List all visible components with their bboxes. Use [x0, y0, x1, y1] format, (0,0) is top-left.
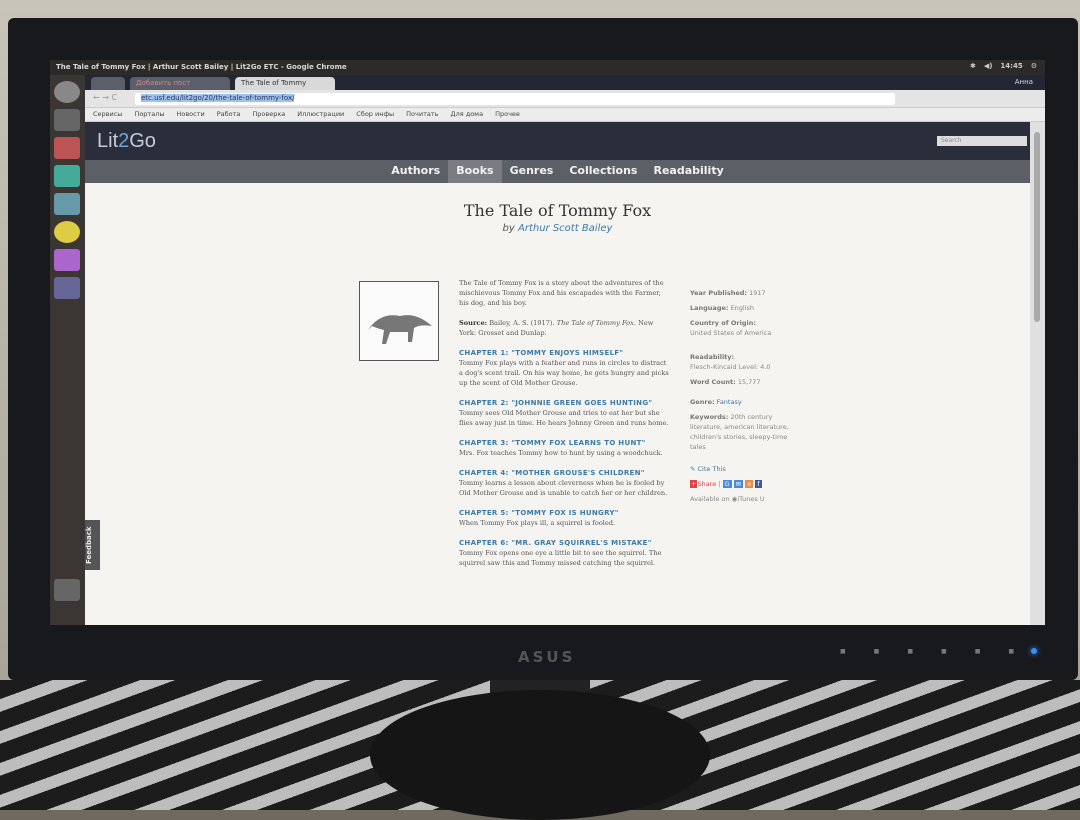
chapter-item: CHAPTER 4: "MOTHER GROUSE'S CHILDREN" Tom… [459, 469, 668, 497]
trash-icon[interactable] [54, 579, 80, 601]
chapter-link[interactable]: CHAPTER 1: "TOMMY ENJOYS HIMSELF" [459, 349, 623, 357]
window-title-text: The Tale of Tommy Fox | Arthur Scott Bai… [56, 63, 347, 71]
power-icon[interactable]: ⚙ [1031, 62, 1037, 70]
ok-share-icon: o [745, 480, 754, 488]
nav-collections[interactable]: Collections [561, 160, 645, 183]
settings-icon[interactable]: ✱ [970, 62, 976, 70]
volume-icon[interactable]: ◀) [984, 62, 993, 70]
chapter-item: CHAPTER 5: "TOMMY FOX IS HUNGRY" When Tom… [459, 509, 619, 527]
tab-tommy-fox[interactable]: The Tale of Tommy [235, 77, 335, 90]
book-main: The Tale of Tommy Fox is a story about t… [459, 278, 671, 578]
chapter-item: CHAPTER 2: "JOHNNIE GREEN GOES HUNTING" T… [459, 399, 669, 427]
cite-this-link[interactable]: ✎ Cite This [690, 464, 790, 474]
chapter-item: CHAPTER 1: "TOMMY ENJOYS HIMSELF" Tommy F… [459, 349, 669, 387]
genre-link[interactable]: Fantasy [717, 398, 742, 406]
bookmark[interactable]: Проверка [252, 110, 285, 119]
monitor-brand: ASUS [518, 648, 576, 666]
url-text: etc.usf.edu/lit2go/20/the-tale-of-tommy-… [141, 94, 295, 102]
lit2go-logo[interactable]: Lit2Go [97, 130, 156, 153]
bookmarks-bar: Сервисы Порталы Новости Работа Проверка Иллюс… [85, 108, 1045, 122]
bookmark[interactable]: Прочее [495, 110, 520, 119]
chapter-link[interactable]: CHAPTER 3: "TOMMY FOX LEARNS TO HUNT" [459, 439, 646, 447]
calc-icon[interactable] [54, 193, 80, 215]
bookmark[interactable]: Порталы [134, 110, 164, 119]
chapter-link[interactable]: CHAPTER 6: "MR. GRAY SQUIRREL'S MISTAKE" [459, 539, 652, 547]
book-title: The Tale of Tommy Fox [463, 201, 652, 220]
facebook-share-icon: f [755, 480, 762, 488]
monitor-stand [370, 690, 710, 820]
app-icon[interactable] [54, 137, 80, 159]
bookmark[interactable]: Сбор инфы [356, 110, 394, 119]
nav-books[interactable]: Books [448, 160, 502, 183]
chrome-icon[interactable] [54, 221, 80, 243]
book-metadata: Year Published: 1917 Language: English C… [690, 289, 790, 504]
nav-authors[interactable]: Authors [383, 160, 448, 183]
google-share-icon: G [722, 480, 732, 488]
search-input[interactable]: Search [937, 136, 1027, 146]
bookmark[interactable]: Иллюстрации [297, 110, 344, 119]
system-tray[interactable]: ✱ ◀) 14:45 ⚙ [970, 62, 1037, 70]
address-bar: ← → C etc.usf.edu/lit2go/20/the-tale-of-… [85, 90, 1045, 108]
bookmark[interactable]: Работа [217, 110, 241, 119]
chapter-link[interactable]: CHAPTER 4: "MOTHER GROUSE'S CHILDREN" [459, 469, 645, 477]
bookmark[interactable]: Почитать [406, 110, 438, 119]
launcher [50, 75, 85, 625]
chapter-item: CHAPTER 3: "TOMMY FOX LEARNS TO HUNT" Mrs… [459, 439, 663, 457]
email-share-icon: ✉ [733, 480, 744, 488]
chapter-item: CHAPTER 6: "MR. GRAY SQUIRREL'S MISTAKE"… [459, 539, 662, 567]
monitor-buttons[interactable]: ■ ■ ■ ■ ■ ■ [840, 648, 1014, 655]
bookmark[interactable]: Сервисы [93, 110, 122, 119]
tab-add-post[interactable]: Добавить пост [130, 77, 230, 90]
user-name[interactable]: Анна [1015, 78, 1033, 86]
chapter-link[interactable]: CHAPTER 5: "TOMMY FOX IS HUNGRY" [459, 509, 619, 517]
ubuntu-icon[interactable] [54, 81, 80, 103]
scrollbar[interactable] [1030, 122, 1045, 625]
nav-genres[interactable]: Genres [502, 160, 562, 183]
site-header: Lit2Go Search [85, 122, 1045, 160]
author-link[interactable]: Arthur Scott Bailey [518, 223, 612, 234]
tab-strip: Добавить пост The Tale of Tommy [85, 75, 1045, 90]
window-title: The Tale of Tommy Fox | Arthur Scott Bai… [50, 60, 1045, 75]
tab-pinned[interactable] [91, 77, 125, 90]
bookmark[interactable]: Для дома [451, 110, 484, 119]
clock[interactable]: 14:45 [1000, 62, 1022, 70]
nav-arrows-icon[interactable]: ← → C [93, 93, 117, 102]
power-led [1031, 648, 1037, 654]
fox-illustration [359, 281, 439, 361]
share-bar[interactable]: +Share | G ✉ o f [690, 479, 790, 489]
chapter-link[interactable]: CHAPTER 2: "JOHNNIE GREEN GOES HUNTING" [459, 399, 652, 407]
feedback-button[interactable]: Feedback [85, 520, 100, 570]
book-source: Source: Bailey, A. S. (1917). The Tale o… [459, 319, 654, 337]
scrollbar-thumb[interactable] [1034, 132, 1040, 322]
screen: The Tale of Tommy Fox | Arthur Scott Bai… [50, 60, 1045, 625]
book-author: by Arthur Scott Bailey [502, 223, 613, 234]
app-icon[interactable] [54, 249, 80, 271]
book-description: The Tale of Tommy Fox is a story about t… [459, 279, 664, 307]
app-icon[interactable] [54, 277, 80, 299]
bookmark[interactable]: Новости [176, 110, 204, 119]
site-nav: Authors Books Genres Collections Readabi… [85, 160, 1030, 183]
page-content: The Tale of Tommy Fox by Arthur Scott Ba… [85, 183, 1030, 625]
url-input[interactable]: etc.usf.edu/lit2go/20/the-tale-of-tommy-… [135, 93, 895, 105]
skype-icon[interactable] [54, 165, 80, 187]
files-icon[interactable] [54, 109, 80, 131]
nav-readability[interactable]: Readability [645, 160, 731, 183]
itunes-link[interactable]: Available on ◉iTunes U [690, 494, 790, 504]
